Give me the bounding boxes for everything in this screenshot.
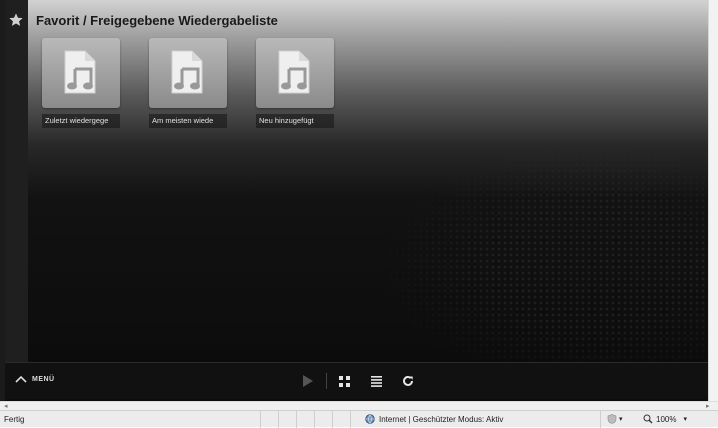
music-file-icon (64, 50, 96, 94)
tile-label[interactable]: Am meisten wiede (149, 114, 227, 128)
status-divider (332, 411, 333, 428)
tile-art[interactable] (42, 38, 120, 108)
main-panel: Favorit / Freigegebene Wiedergabeliste Z… (28, 0, 708, 362)
chevron-down-icon: ▾ (683, 416, 687, 423)
status-text: Fertig (4, 415, 25, 424)
status-divider (296, 411, 297, 428)
bottom-toolbar: MENÜ (5, 362, 708, 399)
zoom-level: 100% (656, 414, 677, 424)
zoom-control[interactable]: 100% ▾ (643, 414, 687, 424)
security-zone[interactable]: Internet | Geschützter Modus: Aktiv (365, 414, 503, 424)
browser-viewport: Favorit / Freigegebene Wiedergabeliste Z… (0, 0, 708, 401)
play-icon (303, 375, 313, 387)
zoom-icon (643, 414, 653, 424)
status-bar: Fertig Internet | Geschützter Modus: Akt… (0, 410, 718, 428)
scroll-left-icon[interactable]: ◂ (4, 402, 8, 410)
status-divider (278, 411, 279, 428)
page-title: Favorit / Freigegebene Wiedergabeliste (36, 13, 278, 28)
list-view-button[interactable] (367, 372, 385, 390)
refresh-button[interactable] (399, 372, 417, 390)
refresh-icon (403, 375, 413, 386)
status-divider (350, 411, 351, 428)
music-file-icon (171, 50, 203, 94)
menu-label: MENÜ (32, 375, 55, 383)
chevron-down-icon: ▾ (619, 416, 623, 423)
vertical-scrollbar[interactable] (708, 0, 718, 401)
tile-label[interactable]: Neu hinzugefügt (256, 114, 334, 128)
globe-icon (365, 414, 375, 424)
music-file-icon (278, 50, 310, 94)
star-icon[interactable] (8, 12, 24, 28)
tile-most-played[interactable]: Am meisten wiede (149, 38, 231, 128)
horizontal-scrollbar[interactable]: ◂ ▸ (0, 401, 718, 410)
grid-view-button[interactable] (335, 372, 353, 390)
menu-button[interactable]: MENÜ (15, 375, 55, 383)
protected-mode-button[interactable]: ▾ (607, 414, 623, 424)
tile-recently-added[interactable]: Neu hinzugefügt (256, 38, 338, 128)
zone-text: Internet | Geschützter Modus: Aktiv (379, 414, 504, 424)
dot-pattern-background (388, 150, 708, 362)
tile-label[interactable]: Zuletzt wiedergege (42, 114, 120, 128)
chevron-up-icon (15, 375, 27, 383)
toolbar-divider (326, 373, 327, 389)
list-view-icon (370, 375, 382, 387)
status-divider (314, 411, 315, 428)
grid-view-icon (338, 375, 350, 387)
status-divider (600, 411, 601, 428)
scroll-right-icon[interactable]: ▸ (706, 402, 710, 410)
tile-art[interactable] (149, 38, 227, 108)
sidebar (5, 0, 28, 362)
tile-recently-played[interactable]: Zuletzt wiedergege (42, 38, 124, 128)
play-button[interactable] (299, 372, 317, 390)
tile-art[interactable] (256, 38, 334, 108)
status-divider (260, 411, 261, 428)
shield-icon (607, 414, 617, 424)
